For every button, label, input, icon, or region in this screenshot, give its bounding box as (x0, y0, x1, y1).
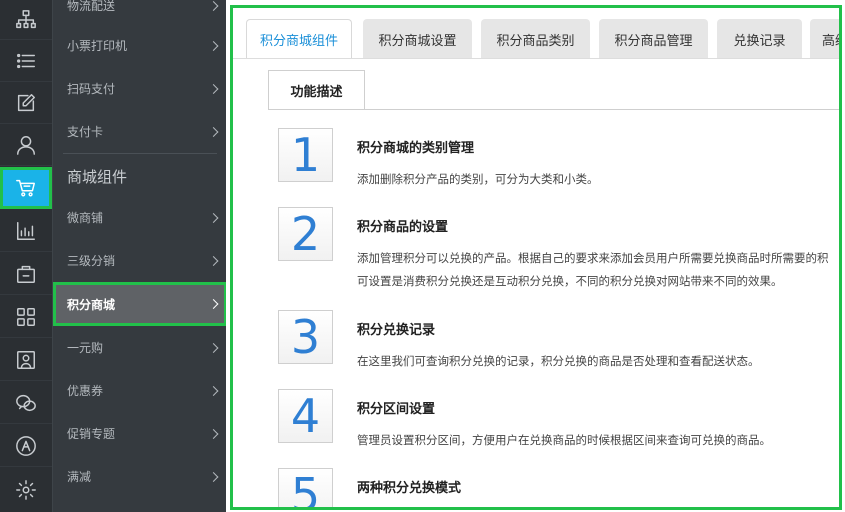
submenu-item-label: 支付卡 (67, 125, 104, 139)
submenu-item-receipt-printer[interactable]: 小票打印机 (53, 24, 227, 67)
rail-shop[interactable] (0, 167, 52, 209)
feature-description: 在这里我们可查询积分兑换的记录，积分兑换的商品是否处理和查看配送状态。 (357, 350, 760, 373)
submenu-item-label: 扫码支付 (67, 82, 116, 96)
feature-title: 两种积分兑换模式 (357, 481, 462, 496)
feature-description: 管理员设置积分区间，方便用户在兑换商品的时候根据区间来查询可兑换的商品。 (357, 429, 771, 452)
gear-icon (16, 480, 36, 500)
chevron-right-icon (208, 212, 219, 223)
rail-appstore[interactable] (0, 425, 52, 467)
feature-description-line: 在这里我们可查询积分兑换的记录，积分兑换的商品是否处理和查看配送状态。 (357, 354, 760, 368)
subtab-feature-description[interactable]: 功能描述 (268, 70, 365, 110)
bag-icon (17, 265, 35, 283)
list-icon (17, 53, 35, 68)
feature-number: 3 (278, 310, 333, 364)
submenu-item-pay-card[interactable]: 支付卡 (53, 110, 227, 153)
picture-icon (17, 350, 35, 369)
submenu-item-label: 优惠券 (67, 384, 104, 398)
tab-points-products[interactable]: 积分商品管理 (599, 19, 708, 59)
tab-points-mall-component[interactable]: 积分商城组件 (246, 19, 352, 59)
subtab-divider (268, 109, 839, 110)
rail-network[interactable] (0, 0, 52, 40)
submenu-item-label: 小票打印机 (67, 39, 128, 53)
submenu-item-scan-pay[interactable]: 扫码支付 (53, 67, 227, 110)
submenu-item-one-yuan[interactable]: 一元购 (53, 326, 227, 369)
chevron-right-icon (208, 471, 219, 482)
rail-list[interactable] (0, 40, 52, 82)
submenu-item-label: 物流配送 (67, 0, 116, 13)
grid-icon (17, 307, 35, 326)
tab-points-categories[interactable]: 积分商品类别 (481, 19, 590, 59)
feature-description: 添加删除积分产品的类别，可分为大类和小类。 (357, 168, 599, 191)
feature-description-line: 管理员设置积分区间，方便用户在兑换商品的时候根据区间来查询可兑换的商品。 (357, 433, 771, 447)
tab-exchange-records[interactable]: 兑换记录 (717, 19, 802, 59)
appstore-icon (16, 435, 36, 456)
edit-icon (17, 93, 35, 111)
rail-edit[interactable] (0, 82, 52, 124)
chevron-right-icon (208, 0, 219, 11)
rail-picture[interactable] (0, 339, 52, 381)
submenu-item-label: 积分商城 (67, 297, 116, 312)
tab-advanced[interactable]: 高级 (810, 19, 839, 59)
rail-grid[interactable] (0, 296, 52, 338)
chevron-right-icon (208, 342, 219, 353)
rail-user[interactable] (0, 124, 52, 166)
feature-description-line: 添加删除积分产品的类别，可分为大类和小类。 (357, 172, 599, 186)
chevron-right-icon (208, 385, 219, 396)
submenu-item-label: 微商铺 (67, 211, 104, 225)
submenu-item-label: 三级分销 (67, 254, 116, 268)
icon-rail (0, 0, 52, 512)
feature-number: 1 (278, 128, 333, 182)
submenu-item-label: 满减 (67, 470, 92, 484)
tab-points-mall-settings[interactable]: 积分商城设置 (363, 19, 472, 59)
rail-chart[interactable] (0, 210, 52, 252)
chevron-right-icon (208, 428, 219, 439)
rail-bag[interactable] (0, 253, 52, 295)
feature-title: 积分区间设置 (357, 402, 436, 417)
chevron-right-icon (208, 255, 219, 266)
feature-description-line: 添加管理积分可以兑换的产品。根据自己的要求来添加会员用户所需要兑换商品时所需要的… (357, 251, 829, 265)
feature-number: 5 (278, 468, 333, 507)
chevron-right-icon (208, 126, 219, 137)
submenu-item-label: 促销专题 (67, 427, 116, 441)
submenu-item-logistics[interactable]: 物流配送 (53, 0, 227, 27)
submenu-item-coupon[interactable]: 优惠券 (53, 369, 227, 412)
wechat-icon (16, 394, 36, 411)
sub-menu: 物流配送 小票打印机 扫码支付 支付卡 商城组件 微商铺 三级分销 积分商城 一… (52, 0, 227, 512)
feature-number: 2 (278, 207, 333, 261)
submenu-item-label: 一元购 (67, 341, 104, 355)
feature-description: 添加管理积分可以兑换的产品。根据自己的要求来添加会员用户所需要兑换商品时所需要的… (357, 247, 829, 293)
chevron-right-icon (208, 40, 219, 51)
cart-icon (16, 179, 35, 197)
submenu-item-distribution[interactable]: 三级分销 (53, 239, 227, 282)
submenu-group-title: 商城组件 (67, 168, 128, 186)
rail-settings[interactable] (0, 468, 52, 512)
submenu-item-promotion[interactable]: 促销专题 (53, 412, 227, 455)
tab-divider (233, 58, 839, 59)
network-icon (16, 9, 36, 28)
chevron-right-icon (208, 299, 219, 309)
main-panel: 积分商城组件 积分商城设置 积分商品类别 积分商品管理 兑换记录 高级 功能描述… (230, 5, 842, 510)
feature-number: 4 (278, 389, 333, 443)
feature-description-line: 可设置是消费积分兑换还是互动积分兑换，不同的积分兑换对网站带来不同的效果。 (357, 274, 783, 288)
chart-icon (17, 221, 35, 240)
user-icon (17, 135, 35, 155)
feature-title: 积分兑换记录 (357, 323, 436, 338)
submenu-item-micro-shop[interactable]: 微商铺 (53, 196, 227, 239)
feature-title: 积分商品的设置 (357, 220, 449, 235)
submenu-item-full-reduction[interactable]: 满减 (53, 455, 227, 498)
feature-title: 积分商城的类别管理 (357, 141, 475, 156)
tab-bar: 积分商城组件 积分商城设置 积分商品类别 积分商品管理 兑换记录 高级 (246, 19, 839, 59)
submenu-divider (63, 153, 217, 154)
rail-wechat[interactable] (0, 382, 52, 424)
submenu-item-points-mall[interactable]: 积分商城 (53, 282, 227, 326)
chevron-right-icon (208, 83, 219, 94)
